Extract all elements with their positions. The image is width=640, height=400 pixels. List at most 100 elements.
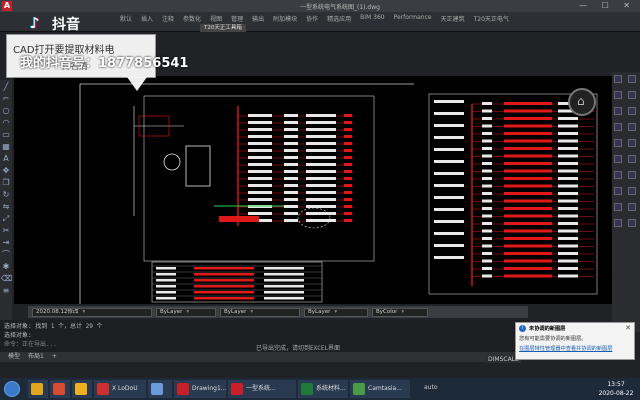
- tool-icon[interactable]: [628, 75, 637, 83]
- copy-tool-icon[interactable]: ❐: [1, 178, 11, 188]
- circuit-label: [248, 114, 272, 117]
- taskbar-app-button[interactable]: X LoDoU: [94, 380, 146, 398]
- model-layout-tabs: 模型 布局1 +: [0, 352, 520, 362]
- table-cell: [264, 297, 304, 300]
- panel-text: [434, 184, 464, 187]
- taskbar-app-label: 一型系统...: [246, 385, 276, 392]
- tool-icon[interactable]: [614, 203, 622, 211]
- electrical-schematic: [79, 83, 598, 304]
- window-buttons[interactable]: — ☐ ✕: [579, 1, 636, 10]
- text-tool-icon[interactable]: A: [1, 154, 11, 164]
- ribbon-tab[interactable]: 视图: [210, 14, 222, 23]
- circuit-label: [284, 142, 298, 145]
- tool-icon[interactable]: [628, 171, 637, 179]
- info-icon: i: [519, 325, 526, 332]
- tool-icon[interactable]: [614, 91, 622, 99]
- rotate-tool-icon[interactable]: ↻: [1, 190, 11, 200]
- circle-tool-icon[interactable]: ○: [1, 106, 11, 116]
- table-cell: [264, 273, 304, 276]
- move-tool-icon[interactable]: ✥: [1, 166, 11, 176]
- circuit-label: [344, 205, 352, 208]
- panel-text: [434, 136, 464, 139]
- tool-icon[interactable]: [614, 123, 622, 131]
- arc-tool-icon[interactable]: ◠: [1, 118, 11, 128]
- ribbon-tab[interactable]: 附加模块: [273, 14, 297, 23]
- tool-icon[interactable]: [628, 123, 637, 131]
- rectangle-tool-icon[interactable]: ▭: [1, 130, 11, 140]
- ribbon-tab[interactable]: 输出: [252, 14, 264, 23]
- plotstyle-dropdown[interactable]: ByColor ▾: [372, 307, 428, 317]
- table-cell: [264, 285, 304, 288]
- tool-icon[interactable]: [628, 155, 637, 163]
- hatch-tool-icon[interactable]: ▦: [1, 142, 11, 152]
- circuit-label: [558, 139, 578, 143]
- circuit-label: [344, 177, 352, 180]
- tool-icon[interactable]: [628, 187, 637, 195]
- tab-model[interactable]: 模型: [8, 352, 20, 362]
- trim-tool-icon[interactable]: ✂: [1, 226, 11, 236]
- ribbon-tab[interactable]: T20天正电气: [474, 14, 509, 23]
- notification-link[interactable]: 在图层特性管理器中查看并协调的新图层: [519, 345, 631, 352]
- taskbar-app-button[interactable]: Camtasia...: [350, 380, 410, 398]
- tool-icon[interactable]: [628, 91, 637, 99]
- ribbon-tab[interactable]: 协作: [306, 14, 318, 23]
- layer-dropdown[interactable]: 2020.08.12修改 ▾: [32, 307, 152, 317]
- ribbon-tab[interactable]: BIM 360: [360, 14, 384, 23]
- tool-icon[interactable]: [614, 171, 622, 179]
- linetype-dropdown[interactable]: ByLayer ▾: [220, 307, 300, 317]
- offset-tool-icon[interactable]: ≡: [1, 286, 11, 296]
- taskbar-app-button[interactable]: [148, 380, 172, 398]
- notification-body: 您有可能需要协调的新图层。: [519, 336, 587, 342]
- explode-tool-icon[interactable]: ✱: [1, 262, 11, 272]
- circuit-label: [306, 135, 336, 138]
- tool-icon[interactable]: [628, 219, 637, 227]
- command-history-line: 选择对象: 找到 1 个，总计 29 个: [4, 323, 103, 330]
- ribbon-tab[interactable]: 精选应用: [327, 14, 351, 23]
- ribbon-tab[interactable]: 管理: [231, 14, 243, 23]
- tool-icon[interactable]: [614, 139, 622, 147]
- circuit-label: [482, 244, 492, 248]
- tool-icon[interactable]: [614, 75, 622, 83]
- close-icon[interactable]: ✕: [625, 324, 631, 332]
- ribbon-tab[interactable]: 天正建筑: [441, 14, 465, 23]
- circuit-label: [558, 252, 578, 255]
- taskbar-app-button[interactable]: [72, 380, 92, 398]
- tool-icon[interactable]: [614, 155, 622, 163]
- polyline-tool-icon[interactable]: ⌐: [1, 94, 11, 104]
- circuit-label: [482, 237, 492, 240]
- layer-notification: i 未协调的新图层 ✕ 您有可能需要协调的新图层。 在图层特性管理器中查看并协调…: [515, 322, 635, 360]
- tool-icon[interactable]: [628, 107, 637, 115]
- app-icon: [177, 383, 189, 395]
- windows-start-icon[interactable]: [4, 381, 20, 397]
- tool-icon[interactable]: [628, 203, 637, 211]
- scale-tool-icon[interactable]: ⤢: [1, 214, 11, 224]
- tool-icon[interactable]: [628, 139, 637, 147]
- mirror-tool-icon[interactable]: ⇋: [1, 202, 11, 212]
- circuit-label: [504, 124, 552, 128]
- taskbar-app-button[interactable]: 一型系统...: [228, 380, 296, 398]
- lineweight-dropdown[interactable]: ByLayer ▾: [304, 307, 368, 317]
- taskbar-app-button[interactable]: [28, 380, 48, 398]
- tab-add[interactable]: +: [52, 352, 57, 362]
- document-tab[interactable]: T20天正工具箱: [200, 24, 246, 32]
- tab-layout1[interactable]: 布局1: [28, 352, 44, 362]
- erase-tool-icon[interactable]: ⌫: [1, 274, 12, 284]
- color-dropdown[interactable]: ByLayer ▾: [156, 307, 216, 317]
- extend-tool-icon[interactable]: ⇥: [1, 238, 11, 248]
- tool-icon[interactable]: [614, 187, 622, 195]
- circuit-label: [306, 156, 336, 159]
- panel-text: [434, 196, 464, 199]
- circuit-label: [306, 198, 336, 201]
- fillet-tool-icon[interactable]: ⌒: [1, 250, 11, 260]
- taskbar-app-button[interactable]: 系统材料...: [298, 380, 348, 398]
- panel-text: [434, 124, 464, 127]
- tool-icon[interactable]: [614, 107, 622, 115]
- autocad-app-icon[interactable]: A: [2, 1, 12, 11]
- ribbon-tab[interactable]: Performance: [394, 14, 432, 23]
- circuit-label: [482, 109, 492, 113]
- home-icon[interactable]: [568, 88, 596, 116]
- drawing-canvas[interactable]: [14, 76, 612, 304]
- taskbar-app-button[interactable]: [50, 380, 70, 398]
- tool-icon[interactable]: [614, 219, 622, 227]
- taskbar-app-button[interactable]: Drawing1...: [174, 380, 226, 398]
